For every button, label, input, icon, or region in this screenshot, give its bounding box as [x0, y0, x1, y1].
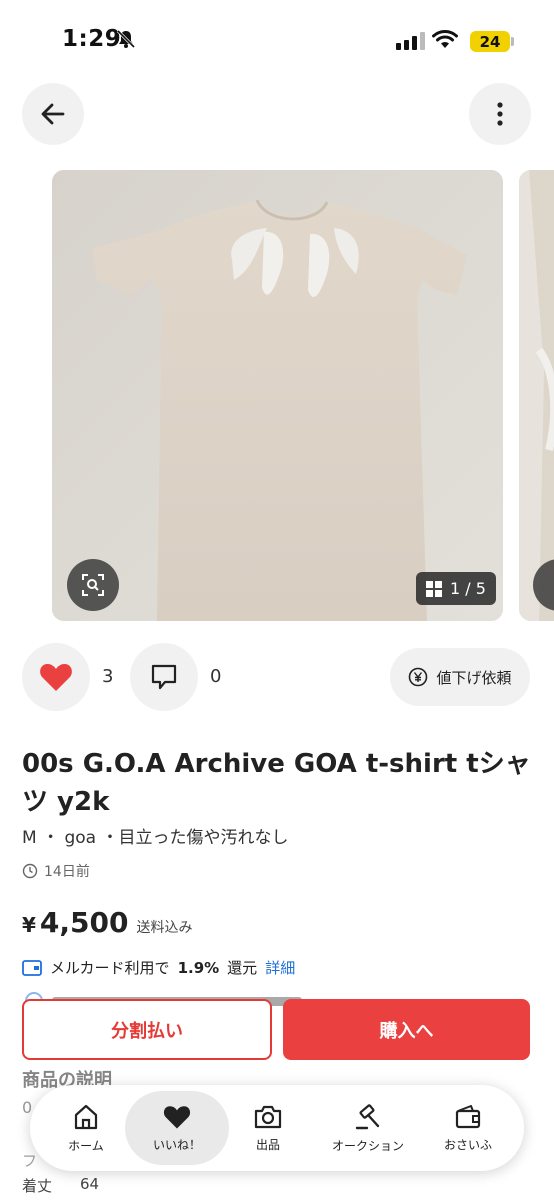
comment-count: 0 [210, 666, 222, 687]
zoom-button[interactable] [67, 559, 119, 611]
zoom-scan-icon [82, 574, 104, 596]
battery-tip [511, 37, 514, 46]
price-amount: 4,500 [39, 906, 129, 939]
merpay-rate: 1.9% [177, 958, 220, 977]
tab-wallet[interactable]: おさいふ [422, 1085, 514, 1171]
comment-button[interactable] [130, 643, 198, 711]
tab-auction-label: オークション [331, 1138, 404, 1153]
price-down-label: 値下げ依頼 [436, 668, 512, 687]
status-time: 1:29 [62, 26, 122, 52]
wallet-icon [455, 1104, 481, 1128]
product-photo[interactable]: 1 / 5 [52, 170, 503, 621]
arrow-left-icon [41, 103, 65, 125]
heart-icon [40, 664, 72, 691]
buy-button[interactable]: 購入へ [283, 999, 530, 1060]
posted-time: 14日前 [22, 861, 90, 881]
tab-likes-label: いいね！ [152, 1137, 201, 1152]
shipping-label: 送料込み [136, 920, 193, 936]
battery-indicator: 24 [470, 31, 510, 52]
bell-muted-icon [116, 29, 136, 53]
bottom-tab-bar: ホーム いいね！ 出品 オークション おさいふ [30, 1085, 524, 1171]
merpay-text-suffix: 還元 [227, 959, 258, 977]
status-bar: 1:29 24 [0, 0, 554, 80]
spec-length-label: 着丈 [22, 1177, 53, 1195]
description-line: 0 [22, 1098, 33, 1117]
card-icon [22, 959, 42, 976]
next-photo-image [519, 170, 554, 621]
gavel-icon [355, 1103, 380, 1129]
next-product-photo[interactable] [519, 170, 554, 621]
split-payment-button[interactable]: 分割払い [22, 999, 272, 1060]
home-icon [74, 1104, 98, 1129]
tab-sell-label: 出品 [255, 1137, 280, 1152]
back-button[interactable] [22, 83, 84, 145]
spec-length-value: 64 [80, 1175, 100, 1193]
price-down-request-button[interactable]: 値下げ依頼 [390, 648, 530, 706]
heart-filled-icon [163, 1105, 191, 1129]
merpay-text-prefix: メルカード利用で [50, 959, 170, 977]
price-block: ¥ 4,500 送料込み [22, 906, 193, 939]
description-partial-label: フ [22, 1152, 38, 1170]
tab-auction[interactable]: オークション [312, 1085, 424, 1171]
like-count: 3 [102, 666, 114, 687]
price-currency: ¥ [22, 913, 36, 937]
grid-icon [426, 580, 442, 597]
image-counter-text: 1 / 5 [450, 579, 486, 598]
tab-likes[interactable]: いいね！ [125, 1091, 229, 1165]
like-button[interactable] [22, 643, 90, 711]
more-vertical-icon [497, 102, 503, 126]
clock-icon [22, 863, 38, 879]
tab-home[interactable]: ホーム [40, 1085, 132, 1171]
item-title: 00s G.O.A Archive GOA t-shirt tシャツ y2k [22, 749, 531, 817]
yen-circle-icon [409, 667, 428, 687]
tab-wallet-label: おさいふ [443, 1137, 492, 1152]
more-options-button[interactable] [469, 83, 531, 145]
image-counter[interactable]: 1 / 5 [416, 572, 496, 605]
camera-icon [254, 1105, 282, 1128]
wifi-icon [432, 30, 458, 54]
posted-time-text: 14日前 [44, 864, 90, 880]
tshirt-image [52, 170, 503, 621]
merpay-cashback-row: メルカード利用で 1.9% 還元 詳細 [22, 957, 295, 978]
merpay-detail-link[interactable]: 詳細 [265, 957, 295, 978]
cell-signal-icon [396, 32, 425, 50]
tab-sell[interactable]: 出品 [222, 1085, 314, 1171]
comment-icon [151, 664, 177, 690]
tab-home-label: ホーム [68, 1138, 104, 1153]
item-attributes: M ・ goa ・目立った傷や汚れなし [22, 828, 289, 848]
